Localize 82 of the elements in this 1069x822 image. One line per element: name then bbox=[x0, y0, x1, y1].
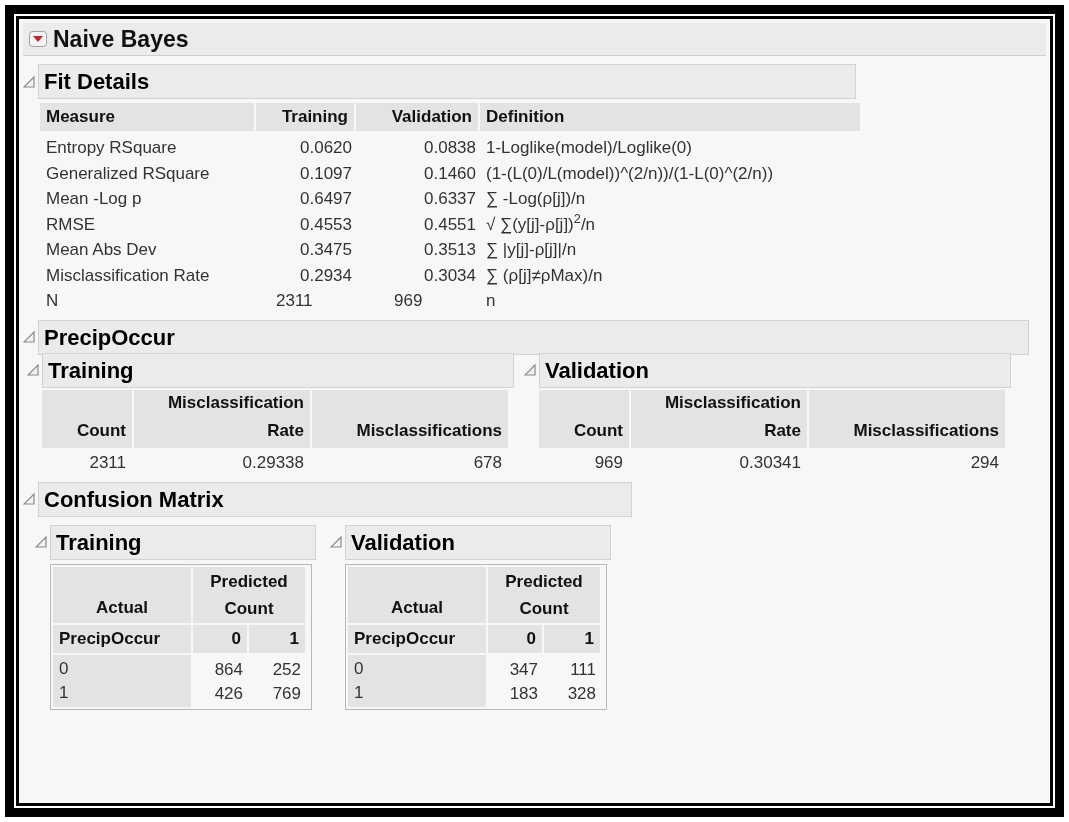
table-cell-text: 0.29338 bbox=[241, 451, 305, 474]
column-header: Actual bbox=[53, 566, 191, 623]
table-cell-text: 0.3513 bbox=[423, 239, 477, 261]
outline-header: Validation bbox=[345, 524, 611, 560]
table-cell-text: 252 bbox=[271, 658, 302, 681]
column-header: Misclassifications bbox=[809, 389, 1005, 448]
table-cell-text: 864 bbox=[213, 658, 244, 681]
table-cell-text: Generalized RSquare bbox=[45, 162, 211, 185]
table-cell-text: 678 bbox=[472, 451, 503, 474]
column-header: Validation bbox=[356, 103, 478, 131]
table-cell-text: 111 bbox=[569, 658, 597, 681]
table-cell-text: 0.2934 bbox=[299, 264, 353, 287]
table-cell-text: 0.1460 bbox=[423, 162, 477, 185]
table-cell-text: 2311 bbox=[88, 451, 127, 474]
table-cell-text: 0.6497 bbox=[299, 188, 353, 210]
table-cell-text: n bbox=[485, 290, 497, 312]
disclosure-triangle-icon[interactable] bbox=[23, 493, 35, 505]
table-cell-text: (1-(L(0)/L(model))^(2/n))/(1-L(0)^(2/n)) bbox=[485, 162, 775, 185]
table-cell-text: 294 bbox=[969, 451, 1000, 474]
column-header: Count bbox=[42, 389, 132, 448]
outline-header: PrecipOccur bbox=[38, 319, 1029, 355]
column-header: Definition bbox=[480, 103, 860, 131]
outline-header: Validation bbox=[539, 352, 1011, 388]
table-cell-text: Misclassification Rate bbox=[45, 264, 211, 287]
table-cell-text: RMSE bbox=[45, 213, 97, 236]
table-cell-text: 0.4553 bbox=[299, 213, 353, 236]
column-header: Misclassifications bbox=[312, 389, 508, 448]
column-header: Predicted Count bbox=[488, 566, 600, 623]
table-cell-text: 0.30341 bbox=[738, 451, 802, 474]
row-label: 1 bbox=[58, 681, 70, 704]
table-cell-text: 347 bbox=[508, 658, 539, 681]
column-header: Count bbox=[539, 389, 629, 448]
column-header: 0 bbox=[488, 624, 542, 653]
table-cell-text: 426 bbox=[213, 682, 244, 705]
disclosure-triangle-icon[interactable] bbox=[35, 536, 47, 548]
column-header: 1 bbox=[544, 624, 600, 653]
column-header: Misclassification Rate bbox=[631, 389, 807, 448]
column-header: Measure bbox=[40, 103, 254, 131]
row-label: 0 bbox=[58, 657, 70, 680]
table-cell-text: 328 bbox=[566, 682, 597, 705]
table-cell-text: 0.4551 bbox=[423, 213, 477, 236]
table-cell-text: Mean Abs Dev bbox=[45, 239, 158, 261]
column-header: Actual bbox=[348, 566, 486, 623]
row-label: 0 bbox=[353, 657, 365, 680]
disclosure-triangle-icon[interactable] bbox=[330, 536, 342, 548]
table-cell-text: Mean -Log p bbox=[45, 188, 143, 210]
table-cell-text: 0.1097 bbox=[299, 162, 353, 185]
table-cell-text: Entropy RSquare bbox=[45, 137, 178, 159]
disclosure-triangle-icon[interactable] bbox=[27, 364, 39, 376]
table-cell-text: 0.0838 bbox=[423, 137, 477, 159]
report-title: Naive Bayes bbox=[53, 24, 189, 54]
table-cell-text: ∑ (ρ[j]≠ρMax)/n bbox=[485, 264, 604, 287]
table-cell-text: 0.6337 bbox=[423, 188, 477, 210]
table-cell-text: 1-Loglike(model)/Loglike(0) bbox=[485, 137, 693, 159]
row-label: 1 bbox=[353, 681, 365, 704]
table-cell-text: 2311 bbox=[275, 290, 314, 312]
table-cell-text: 969 bbox=[393, 290, 424, 312]
table-cell-text: 0.3475 bbox=[299, 239, 353, 261]
column-header: PrecipOccur bbox=[348, 624, 486, 653]
disclosure-triangle-icon[interactable] bbox=[23, 75, 35, 88]
outline-header: Training bbox=[42, 352, 514, 388]
disclosure-triangle-icon[interactable] bbox=[524, 364, 536, 376]
table-cell-text: ∑ |y[j]-ρ[j]|/n bbox=[485, 239, 578, 261]
table-cell-text: 769 bbox=[271, 682, 302, 705]
outline-header: Training bbox=[50, 524, 316, 560]
column-header: 1 bbox=[249, 624, 305, 653]
column-header: Predicted Count bbox=[193, 566, 305, 623]
table-cell-text: 0.3034 bbox=[423, 264, 477, 287]
table-cell-text: 969 bbox=[593, 451, 624, 474]
outline-header: Fit Details bbox=[38, 64, 856, 99]
table-cell-text: √ ∑(y[j]-ρ[j])$^{2}$/n bbox=[485, 211, 597, 236]
outline-header: Confusion Matrix bbox=[38, 481, 632, 517]
column-header: PrecipOccur bbox=[53, 624, 191, 653]
column-header: 0 bbox=[193, 624, 247, 653]
table-cell-text: 183 bbox=[508, 682, 539, 705]
disclosure-triangle-icon[interactable] bbox=[23, 331, 35, 343]
table-cell-text: ∑ -Log(ρ[j])/n bbox=[485, 188, 587, 210]
table-cell-text: 0.0620 bbox=[299, 137, 353, 159]
table-cell-text: N bbox=[45, 290, 60, 312]
column-header: Training bbox=[256, 103, 354, 131]
column-header: Misclassification Rate bbox=[134, 389, 310, 448]
dropdown-menu-icon[interactable] bbox=[29, 31, 47, 47]
